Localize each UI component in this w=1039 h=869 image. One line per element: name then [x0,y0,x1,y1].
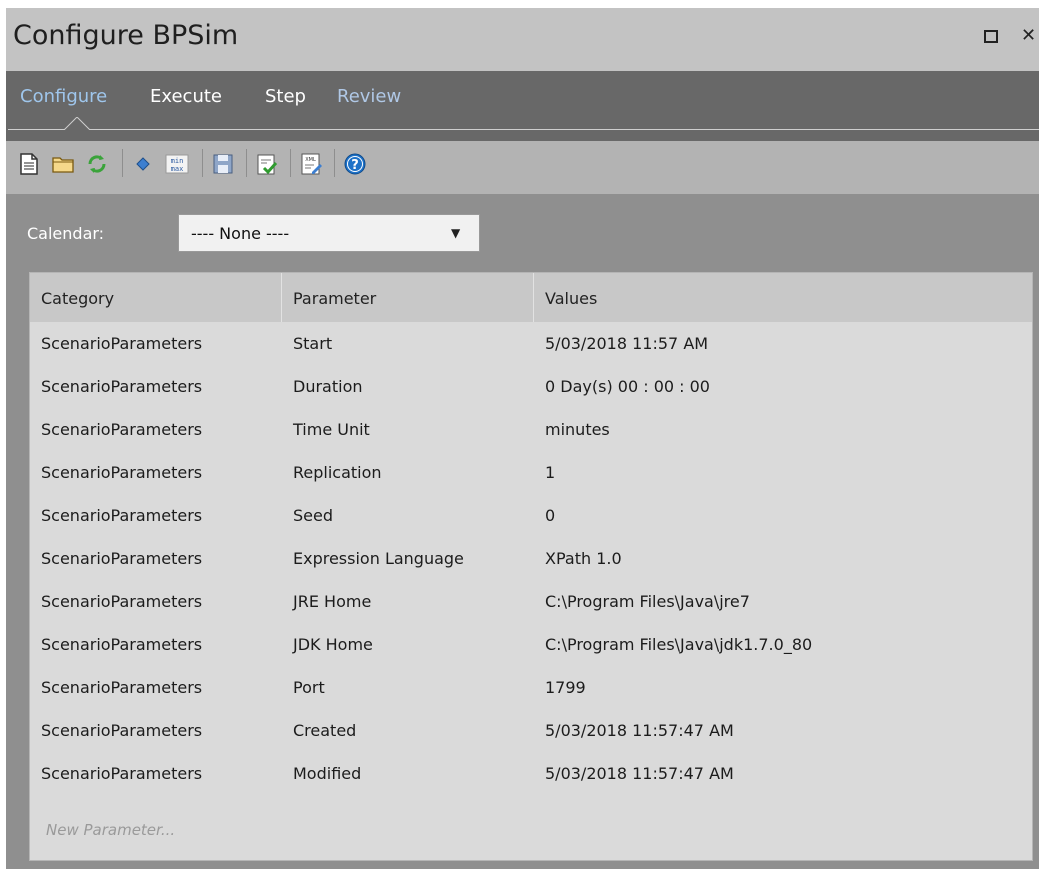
category-cell: ScenarioParameters [41,506,203,525]
tab-review[interactable]: Review [337,86,401,107]
value-cell[interactable]: 1799 [545,678,586,697]
table-row[interactable]: ScenarioParameters Modified 5/03/2018 11… [30,752,1032,795]
toolbar-separator [202,149,203,177]
validate-icon[interactable] [254,150,280,178]
value-cell[interactable]: C:\Program Files\Java\jre7 [545,592,750,611]
tab-underline [8,129,1039,130]
value-cell[interactable]: 5/03/2018 11:57:47 AM [545,764,734,783]
tab-bar: Configure Execute Step Review [6,71,1039,151]
table-row[interactable]: ScenarioParameters Time Unit minutes [30,408,1032,451]
toolbar-separator [334,149,335,177]
table-row[interactable]: ScenarioParameters JDK Home C:\Program F… [30,623,1032,666]
category-cell: ScenarioParameters [41,592,203,611]
value-cell[interactable]: C:\Program Files\Java\jdk1.7.0_80 [545,635,812,654]
parameter-cell: Modified [293,764,362,783]
tab-execute[interactable]: Execute [150,86,222,107]
svg-text:XML: XML [305,157,316,163]
parameter-cell: Port [293,678,325,697]
category-cell: ScenarioParameters [41,549,203,568]
tab-step[interactable]: Step [265,86,306,107]
configure-bpsim-window: Configure BPSim ✕ Configure Execute Step… [6,8,1039,869]
parameter-cell: Start [293,334,333,353]
toolbar: min max XML ? [6,141,1039,194]
table-row[interactable]: ScenarioParameters Expression Language X… [30,537,1032,580]
parameter-cell: Time Unit [293,420,370,439]
table-row[interactable]: ScenarioParameters Created 5/03/2018 11:… [30,709,1032,752]
active-tab-caret-icon [64,117,90,130]
window-title: Configure BPSim [13,20,239,51]
value-cell[interactable]: minutes [545,420,610,439]
tab-configure[interactable]: Configure [20,86,107,107]
value-cell[interactable]: 0 [545,506,555,525]
value-cell[interactable]: 5/03/2018 11:57:47 AM [545,721,734,740]
table-row[interactable]: ScenarioParameters Seed 0 [30,494,1032,537]
save-icon[interactable] [210,150,236,178]
category-cell: ScenarioParameters [41,764,203,783]
category-cell: ScenarioParameters [41,678,203,697]
parameter-cell: Created [293,721,357,740]
column-header-values[interactable]: Values [534,273,1032,322]
table-row[interactable]: ScenarioParameters Replication 1 [30,451,1032,494]
category-cell: ScenarioParameters [41,420,203,439]
svg-text:min: min [171,157,184,165]
column-header-parameter[interactable]: Parameter [282,273,534,322]
category-cell: ScenarioParameters [41,721,203,740]
open-folder-icon[interactable] [50,150,76,178]
calendar-label: Calendar: [27,224,105,243]
parameter-cell: Seed [293,506,333,525]
grid-header: Category Parameter Values [30,273,1032,322]
new-parameter-row[interactable]: New Parameter... [46,821,175,839]
refresh-icon[interactable] [84,150,110,178]
column-header-category[interactable]: Category [30,273,282,322]
value-cell[interactable]: 1 [545,463,555,482]
help-icon[interactable]: ? [342,150,368,178]
category-cell: ScenarioParameters [41,635,203,654]
category-cell: ScenarioParameters [41,377,203,396]
svg-text:?: ? [351,158,359,173]
value-cell[interactable]: XPath 1.0 [545,549,622,568]
toolbar-separator [122,149,123,177]
table-row[interactable]: ScenarioParameters JRE Home C:\Program F… [30,580,1032,623]
xml-export-icon[interactable]: XML [298,150,324,178]
maximize-icon[interactable] [983,28,999,44]
table-row[interactable]: ScenarioParameters Port 1799 [30,666,1032,709]
title-bar: Configure BPSim ✕ [6,8,1039,71]
chevron-down-icon: ▼ [451,226,461,240]
parameter-cell: Expression Language [293,549,464,568]
table-row[interactable]: ScenarioParameters Duration 0 Day(s) 00 … [30,365,1032,408]
toolbar-separator [246,149,247,177]
table-row[interactable]: ScenarioParameters Start 5/03/2018 11:57… [30,322,1032,365]
toolbar-separator [290,149,291,177]
category-cell: ScenarioParameters [41,334,203,353]
parameter-cell: Duration [293,377,363,396]
content-area: Calendar: ---- None ---- ▼ Category Para… [6,194,1039,869]
close-icon[interactable]: ✕ [1021,27,1037,45]
calendar-select[interactable]: ---- None ---- ▼ [178,214,480,252]
category-cell: ScenarioParameters [41,463,203,482]
diamond-icon[interactable] [130,150,156,178]
value-cell[interactable]: 5/03/2018 11:57 AM [545,334,708,353]
value-cell[interactable]: 0 Day(s) 00 : 00 : 00 [545,377,710,396]
calendar-selected-value: ---- None ---- [191,224,290,243]
svg-text:max: max [171,165,184,173]
parameters-grid: Category Parameter Values ScenarioParame… [29,272,1033,861]
new-document-icon[interactable] [16,150,42,178]
parameter-cell: JRE Home [293,592,372,611]
parameter-cell: Replication [293,463,382,482]
parameter-cell: JDK Home [293,635,373,654]
min-max-icon[interactable]: min max [164,150,190,178]
